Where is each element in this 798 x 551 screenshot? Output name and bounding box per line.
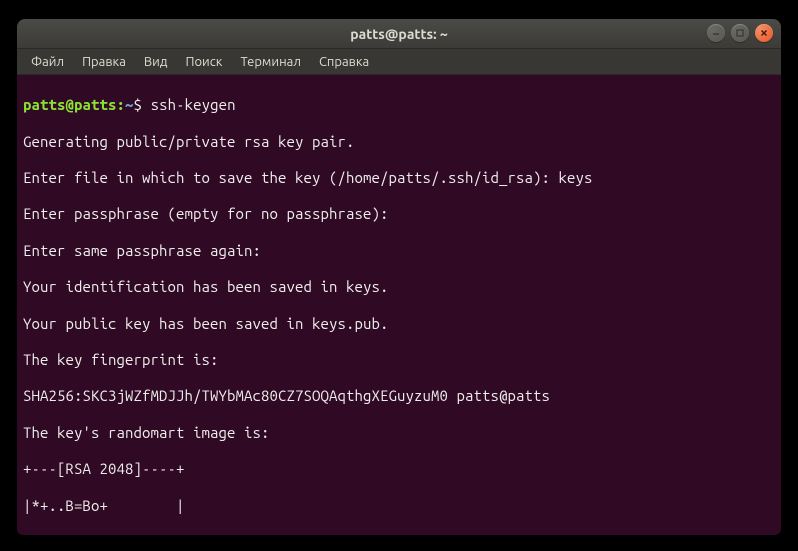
minimize-button[interactable]	[707, 24, 725, 42]
output-line: Your public key has been saved in keys.p…	[23, 315, 775, 333]
menu-edit[interactable]: Правка	[74, 52, 134, 72]
prompt-symbol: $	[134, 96, 143, 113]
close-button[interactable]	[755, 24, 773, 42]
menu-terminal[interactable]: Терминал	[232, 52, 308, 72]
menu-help[interactable]: Справка	[311, 52, 377, 72]
menubar: Файл Правка Вид Поиск Терминал Справка	[17, 49, 781, 75]
maximize-icon	[735, 28, 745, 38]
menu-view[interactable]: Вид	[136, 52, 176, 72]
output-line: The key fingerprint is:	[23, 351, 775, 369]
output-line: Enter passphrase (empty for no passphras…	[23, 205, 775, 223]
output-line: The key's randomart image is:	[23, 424, 775, 442]
prompt-user-host: patts@patts	[23, 96, 117, 113]
minimize-icon	[711, 28, 721, 38]
menu-file[interactable]: Файл	[23, 52, 72, 72]
window-controls	[707, 24, 773, 42]
titlebar: patts@patts: ~	[17, 19, 781, 49]
randomart-line: |*+..B=Bo+ |	[23, 497, 775, 515]
output-line: Generating public/private rsa key pair.	[23, 133, 775, 151]
randomart-line: +---[RSA 2048]----+	[23, 460, 775, 478]
command-text: ssh-keygen	[151, 96, 236, 113]
maximize-button[interactable]	[731, 24, 749, 42]
prompt-colon: :	[117, 96, 126, 113]
output-line: Your identification has been saved in ke…	[23, 278, 775, 296]
window-title: patts@patts: ~	[17, 26, 781, 42]
menu-search[interactable]: Поиск	[177, 52, 230, 72]
terminal-window: patts@patts: ~ Файл Правка Вид Поиск Тер…	[17, 19, 781, 535]
randomart-line: |o=oo.X.=o+ |	[23, 533, 775, 535]
terminal-content[interactable]: patts@patts:~$ ssh-keygen Generating pub…	[17, 75, 781, 535]
output-line: Enter file in which to save the key (/ho…	[23, 169, 775, 187]
close-icon	[759, 28, 769, 38]
output-line: SHA256:SKC3jWZfMDJJh/TWYbMAc80CZ7SOQAqth…	[23, 387, 775, 405]
output-line: Enter same passphrase again:	[23, 242, 775, 260]
prompt-path: ~	[125, 96, 134, 113]
